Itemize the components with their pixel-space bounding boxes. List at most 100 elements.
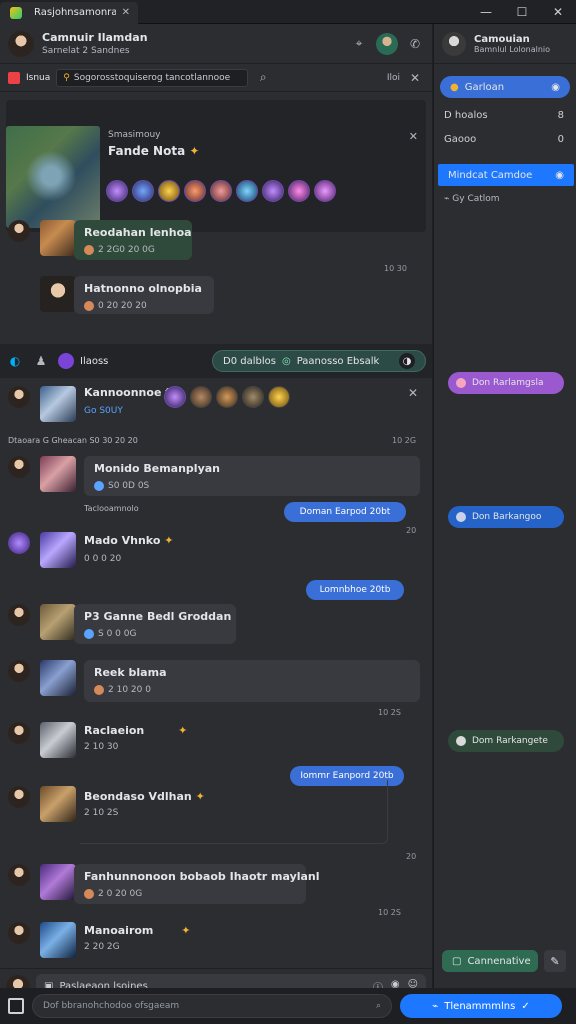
status-pill[interactable]: D0 dalblos ◎ Paanosso Ebsalk ◑: [212, 350, 426, 372]
thread-outline: [80, 780, 388, 844]
close-tab-icon[interactable]: ✕: [122, 7, 130, 18]
champion-icon[interactable]: [268, 386, 290, 408]
outgoing-message[interactable]: Doman Earpod 20bt: [284, 502, 406, 522]
chat-avatar[interactable]: [8, 30, 34, 57]
message-bubble[interactable]: Fanhunnonoon bobaob Ihaotr maylanl 2 0 2…: [74, 864, 320, 904]
search-input[interactable]: ⚲ Sogorosstoquiserog tancotlannooe: [56, 68, 249, 87]
message-artwork[interactable]: [40, 456, 76, 492]
right-sidebar: Camouian Bamnlul Lolonalnio ● Garloan ◉ …: [433, 24, 576, 1024]
message-sub: S0 0D 0S: [108, 481, 150, 491]
sidebar-row[interactable]: D hoalos 8: [444, 110, 564, 121]
message-bubble[interactable]: Hatnonno olnopbia 0 20 20 20: [74, 276, 214, 314]
profile-sub: Bamnlul Lolonalnio: [474, 44, 551, 54]
title-bar: Rasjohnsamonran ✕ — ☐ ✕: [0, 0, 576, 24]
message-artwork[interactable]: [40, 786, 76, 822]
sidebar-link[interactable]: ⌁ Gy Catlom: [444, 194, 500, 204]
champion-icon[interactable]: [314, 180, 336, 202]
edit-icon[interactable]: ✎: [544, 950, 566, 972]
sender-avatar[interactable]: [8, 386, 30, 408]
pin-icon[interactable]: ⌖: [350, 36, 368, 51]
champion-icon[interactable]: [216, 386, 238, 408]
pinned-card[interactable]: Smasimouy Fande Nota ✦ ✕: [6, 100, 426, 232]
champion-icon[interactable]: [106, 180, 128, 202]
mode-pill[interactable]: Ilaoss: [58, 350, 108, 372]
emote-icon[interactable]: ◐: [6, 354, 24, 368]
section-label: Dtaoara G Gheacan S0 30 20 20: [8, 436, 138, 445]
bottom-placeholder: Dof bbranohchodoo ofsgaeam: [43, 1001, 180, 1011]
send-label: Tlenammmlns: [444, 1000, 516, 1012]
message-bubble[interactable]: Monido Bemanplyan S0 0D 0S: [84, 456, 420, 496]
champion-icon[interactable]: [190, 386, 212, 408]
action-button[interactable]: ▢ Cannenative: [442, 950, 538, 972]
sender-avatar[interactable]: [8, 220, 30, 242]
champion-row: [164, 386, 290, 408]
message-artwork[interactable]: [40, 864, 76, 900]
message-close-icon[interactable]: ✕: [404, 386, 422, 400]
sidebar-row[interactable]: Gaooo 0: [444, 134, 564, 145]
message-bubble[interactable]: Reek blama 2 10 20 0: [84, 660, 420, 702]
outgoing-message[interactable]: Lomnbhoe 20tb: [306, 580, 404, 600]
champion-icon[interactable]: [132, 180, 154, 202]
sender-avatar[interactable]: [8, 722, 30, 744]
sender-avatar[interactable]: [8, 604, 30, 626]
champion-icon[interactable]: [242, 386, 264, 408]
message-artwork[interactable]: [40, 276, 76, 312]
message-artwork[interactable]: [40, 532, 76, 568]
window-icon[interactable]: [8, 998, 24, 1014]
champion-icon[interactable]: [158, 180, 180, 202]
message-artwork[interactable]: [40, 604, 76, 640]
search-icon[interactable]: ⌕: [254, 70, 272, 85]
window-tab[interactable]: Rasjohnsamonran ✕: [0, 1, 138, 24]
message-title: Monido Bemanplyan: [94, 462, 220, 475]
tag-chip[interactable]: Don Rarlamgsla: [448, 372, 564, 394]
status-label-a: D0 dalblos: [223, 355, 276, 367]
champion-icon[interactable]: [288, 180, 310, 202]
message-artwork[interactable]: [40, 386, 76, 422]
member-avatar[interactable]: [376, 32, 398, 55]
search-row: Isnua ⚲ Sogorosstoquiserog tancotlannooe…: [0, 64, 432, 92]
profile-avatar[interactable]: [442, 31, 466, 56]
game-icon[interactable]: ♟: [32, 354, 50, 368]
search-icon[interactable]: ⌕: [376, 1001, 381, 1011]
champion-icon[interactable]: [262, 180, 284, 202]
sender-avatar[interactable]: [8, 922, 30, 944]
message-artwork[interactable]: [40, 660, 76, 696]
message-artwork[interactable]: [40, 220, 76, 256]
close-window-button[interactable]: ✕: [540, 0, 576, 24]
chat-header: Camnuir Ilamdan Sarnelat 2 Sandnes ⌖ ✆: [0, 24, 432, 64]
message-artwork[interactable]: [40, 922, 76, 958]
card-close-icon[interactable]: ✕: [409, 130, 418, 143]
send-button[interactable]: ⌁ Tlenammmlns ✓: [400, 994, 562, 1018]
message-title: Fanhunnonoon bobaob Ihaotr maylanl: [84, 870, 320, 883]
message-bubble[interactable]: Reodahan lenhoa 2 2G0 20 0G: [74, 220, 192, 260]
card-title: Fande Nota ✦: [108, 144, 200, 158]
message-sub: 2 20 2G: [84, 942, 120, 952]
sub-line: Taclooamnolo: [84, 504, 139, 513]
sender-avatar[interactable]: [8, 532, 30, 554]
tag-chip[interactable]: Dom Rarkangete: [448, 730, 564, 752]
game-thumbnail[interactable]: [6, 126, 100, 228]
chat-name: Camnuir Ilamdan: [42, 31, 148, 44]
champion-icon[interactable]: [236, 180, 258, 202]
message-sub: Go S0UY: [84, 406, 123, 416]
sender-avatar[interactable]: [8, 660, 30, 682]
message-sub: 2 0 20 0G: [98, 889, 143, 899]
call-icon[interactable]: ✆: [406, 37, 424, 51]
champion-icon[interactable]: [210, 180, 232, 202]
message-bubble[interactable]: P3 Ganne Bedl Groddan S 0 0 0G: [74, 604, 236, 644]
primary-sidebar-button[interactable]: ● Garloan ◉: [440, 76, 570, 98]
sender-avatar[interactable]: [8, 864, 30, 886]
message-title: Mado Vhnko ✦: [84, 534, 174, 547]
sender-avatar[interactable]: [8, 786, 30, 808]
champion-icon[interactable]: [184, 180, 206, 202]
champion-icon[interactable]: [164, 386, 186, 408]
bottom-input[interactable]: Dof bbranohchodoo ofsgaeam ⌕: [32, 994, 392, 1018]
timestamp: 20: [406, 852, 417, 861]
tag-chip[interactable]: Don Barkangoo: [448, 506, 564, 528]
minimize-button[interactable]: —: [468, 0, 504, 24]
sender-avatar[interactable]: [8, 456, 30, 478]
message-artwork[interactable]: [40, 722, 76, 758]
close-search-icon[interactable]: ✕: [406, 71, 424, 85]
secondary-sidebar-button[interactable]: Mindcat Camdoe ◉: [438, 164, 574, 186]
maximize-button[interactable]: ☐: [504, 0, 540, 24]
